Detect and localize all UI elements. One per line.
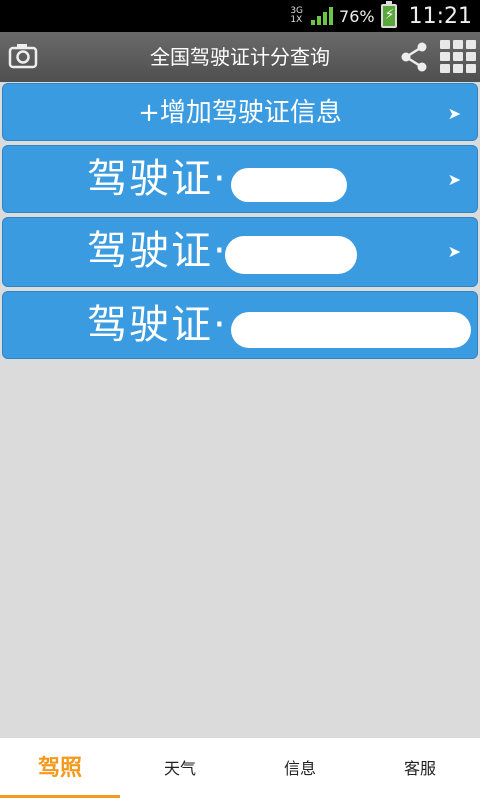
battery-percent: 76%	[339, 6, 375, 26]
status-bar: 3G 1X 76% ⚡ 11:21	[0, 0, 480, 32]
network-type-bottom: 1X	[290, 15, 303, 25]
active-tab-indicator	[0, 795, 120, 798]
redaction-blob	[231, 312, 471, 348]
tab-info-label: 信息	[283, 759, 316, 778]
license-item[interactable]: 驾驶证· ➤	[2, 145, 478, 213]
battery-charging-icon: ⚡	[380, 1, 397, 28]
license-item[interactable]: 驾驶证· ➤	[2, 217, 478, 287]
license-item[interactable]: 驾驶证·	[2, 291, 478, 359]
chevron-right-icon: ➤	[447, 170, 461, 189]
tab-weather-label: 天气	[163, 759, 196, 778]
bottom-tab-bar: 驾照 天气 信息 客服	[0, 738, 480, 800]
chevron-right-icon: ➤	[447, 242, 461, 261]
add-license-button[interactable]: +增加驾驶证信息 ➤	[2, 83, 478, 141]
tab-info[interactable]: 信息	[240, 738, 360, 800]
title-bar: 全国驾驶证计分查询	[0, 32, 480, 82]
tab-support[interactable]: 客服	[360, 738, 480, 800]
redaction-blob	[231, 168, 347, 202]
signal-icon	[311, 7, 334, 25]
chevron-right-icon: ➤	[447, 104, 461, 123]
redaction-blob	[225, 236, 357, 274]
tab-weather[interactable]: 天气	[120, 738, 240, 800]
tab-license-label: 驾照	[37, 756, 82, 781]
tab-support-label: 客服	[403, 759, 436, 778]
add-license-label: +增加驾驶证信息	[138, 98, 342, 128]
camera-icon[interactable]	[8, 42, 38, 70]
clock: 11:21	[408, 3, 472, 29]
grid-menu-icon[interactable]	[440, 40, 476, 74]
tab-license[interactable]: 驾照	[0, 738, 120, 800]
network-type: 3G 1X	[290, 7, 303, 25]
share-icon[interactable]	[398, 41, 430, 73]
